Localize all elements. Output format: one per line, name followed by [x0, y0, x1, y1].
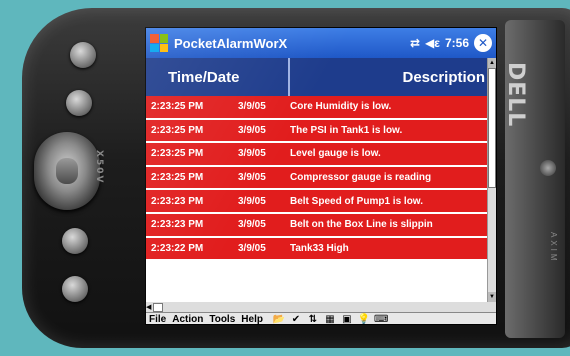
alarm-table: Time/Date Description 2:23:25 PM 3/9/05 Co…	[146, 58, 489, 302]
title-bar: PocketAlarmWorX ⇄ ◀ε 7:56 ✕	[146, 28, 496, 58]
hardware-button-home[interactable]	[62, 276, 88, 302]
alarm-date: 3/9/05	[238, 219, 266, 231]
menu-bar: File Action Tools Help 📂 ✔ ⇅ ▦ ▣ 💡 ⌨	[146, 312, 496, 325]
pda-screen: PocketAlarmWorX ⇄ ◀ε 7:56 ✕ Time/Date De…	[145, 27, 497, 325]
header-time-date[interactable]: Time/Date	[146, 58, 290, 96]
volume-icon[interactable]: ◀ε	[425, 36, 440, 50]
alarm-date: 3/9/05	[238, 172, 266, 184]
alarm-time: 2:23:22 PM	[151, 242, 204, 254]
folder-icon[interactable]: 📂	[272, 314, 286, 325]
header-description[interactable]: Description	[290, 58, 489, 96]
close-button[interactable]: ✕	[474, 34, 492, 52]
app-title: PocketAlarmWorX	[174, 35, 288, 51]
alarm-row[interactable]: 2:23:25 PM 3/9/05 The PSI in Tank1 is low.	[146, 119, 489, 144]
alarm-row[interactable]: 2:23:25 PM 3/9/05 Level gauge is low.	[146, 143, 489, 167]
menu-help[interactable]: Help	[238, 314, 266, 324]
device-sensor	[540, 160, 556, 176]
scroll-down-icon[interactable]: ▼	[488, 292, 496, 302]
sort-icon[interactable]: ⇅	[306, 314, 320, 325]
status-area: ⇄ ◀ε 7:56 ✕	[410, 34, 492, 52]
scroll-left-icon[interactable]: ◀	[146, 303, 151, 311]
model-label: X50V	[94, 150, 104, 185]
alarm-row[interactable]: 2:23:23 PM 3/9/05 Belt Speed of Pump1 is l…	[146, 190, 489, 214]
hardware-button-calendar[interactable]	[66, 90, 92, 116]
acknowledge-icon[interactable]: ✔	[289, 314, 303, 325]
alarm-date: 3/9/05	[238, 242, 266, 254]
filter-icon[interactable]: ▣	[340, 314, 354, 325]
info-icon[interactable]: 💡	[357, 314, 371, 325]
keyboard-icon[interactable]: ⌨	[374, 314, 388, 325]
menu-tools[interactable]: Tools	[206, 314, 238, 324]
dpad-center[interactable]	[56, 158, 78, 184]
table-header: Time/Date Description	[146, 58, 489, 96]
alarm-time: 2:23:25 PM	[151, 101, 204, 113]
alarm-row[interactable]: 2:23:25 PM 3/9/05 Compressor gauge is read…	[146, 166, 489, 191]
alarm-rows: 2:23:25 PM 3/9/05 Core Humidity is low. 2:2…	[146, 96, 489, 262]
alarm-time: 2:23:25 PM	[151, 172, 204, 184]
side-label: AXIM	[549, 232, 558, 264]
grid-icon[interactable]: ▦	[323, 314, 337, 325]
alarm-description: Tank33 High	[290, 242, 349, 254]
alarm-description: Core Humidity is low.	[290, 101, 392, 113]
alarm-row[interactable]: 2:23:22 PM 3/9/05 Tank33 High	[146, 237, 489, 262]
alarm-time: 2:23:23 PM	[151, 195, 204, 207]
alarm-description: Level gauge is low.	[290, 148, 381, 160]
alarm-description: Belt on the Box Line is slippin	[290, 219, 433, 231]
alarm-time: 2:23:25 PM	[151, 124, 204, 136]
menu-action[interactable]: Action	[169, 314, 206, 324]
alarm-time: 2:23:23 PM	[151, 219, 204, 231]
alarm-time: 2:23:25 PM	[151, 148, 204, 160]
vertical-scroll-thumb[interactable]	[488, 68, 496, 188]
alarm-description: Belt Speed of Pump1 is low.	[290, 195, 423, 207]
alarm-date: 3/9/05	[238, 195, 266, 207]
horizontal-scroll-thumb[interactable]	[153, 302, 164, 312]
alarm-description: Compressor gauge is reading	[290, 172, 432, 184]
navigation-dpad[interactable]	[34, 132, 100, 210]
alarm-description: The PSI in Tank1 is low.	[290, 124, 403, 136]
brand-logo: DELL	[503, 62, 528, 128]
connectivity-icon[interactable]: ⇄	[410, 36, 420, 50]
alarm-date: 3/9/05	[238, 124, 266, 136]
horizontal-scrollbar[interactable]: ◀	[146, 302, 496, 312]
hardware-button-contacts[interactable]	[62, 228, 88, 254]
toolbar: 📂 ✔ ⇅ ▦ ▣ 💡 ⌨	[272, 314, 389, 325]
menu-file[interactable]: File	[146, 314, 169, 324]
vertical-scrollbar[interactable]: ▲ ▼	[487, 58, 496, 302]
alarm-date: 3/9/05	[238, 101, 266, 113]
alarm-date: 3/9/05	[238, 148, 266, 160]
hardware-button-top[interactable]	[70, 42, 96, 68]
alarm-row[interactable]: 2:23:25 PM 3/9/05 Core Humidity is low.	[146, 96, 489, 120]
clock[interactable]: 7:56	[445, 36, 469, 50]
alarm-row[interactable]: 2:23:23 PM 3/9/05 Belt on the Box Line is …	[146, 213, 489, 238]
windows-start-icon[interactable]	[150, 34, 168, 52]
scroll-up-icon[interactable]: ▲	[488, 58, 496, 68]
